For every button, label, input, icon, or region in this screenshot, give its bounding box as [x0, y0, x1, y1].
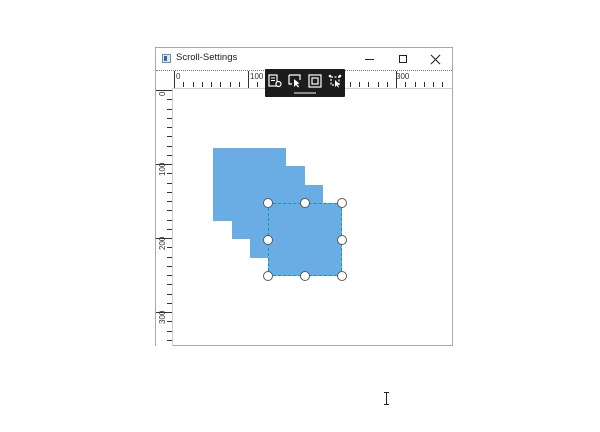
vruler-tick: [167, 228, 172, 230]
hruler-tick: [201, 82, 203, 87]
vruler-tick: [167, 108, 172, 110]
vruler-tick: [167, 302, 172, 304]
edit-properties-icon: [268, 74, 282, 88]
vruler-tick: [167, 182, 172, 184]
vruler-tick: [167, 154, 172, 156]
minimize-button[interactable]: [352, 48, 386, 70]
hruler-tick: [238, 82, 240, 87]
hruler-tick: [174, 71, 175, 88]
vruler-tick: [167, 210, 172, 212]
vruler-tick: [167, 265, 172, 267]
hruler-tick: [211, 82, 212, 87]
vruler-label-0: 0: [158, 91, 167, 96]
hruler-tick: [349, 82, 351, 87]
hruler-tick: [423, 82, 425, 87]
resize-handle-right[interactable]: [337, 235, 347, 245]
select-pointer-icon: [288, 74, 301, 88]
hruler-tick: [405, 82, 407, 87]
move-select-icon: [328, 74, 342, 88]
vruler-tick: [156, 90, 172, 91]
hruler-label-300: 300: [396, 72, 410, 81]
hruler-tick: [368, 82, 370, 87]
vruler-tick: [167, 275, 172, 276]
hruler-tick: [396, 71, 397, 88]
vruler-tick: [167, 219, 172, 221]
resize-handle-top[interactable]: [300, 198, 310, 208]
hruler-tick: [359, 82, 360, 87]
fit-to-page-icon: [308, 74, 322, 88]
resize-handle-left[interactable]: [263, 235, 273, 245]
vruler-tick: [167, 99, 172, 101]
vruler-tick: [167, 256, 172, 258]
hruler-label-100: 100: [250, 72, 264, 81]
quick-commands-toolbar: [265, 69, 345, 97]
title-bar[interactable]: Scroll-Settings: [156, 48, 452, 70]
maximize-button[interactable]: [386, 48, 420, 70]
hruler-tick: [414, 82, 416, 87]
hruler-tick: [248, 71, 249, 88]
vruler-tick: [167, 247, 172, 249]
hruler-tick: [229, 82, 231, 87]
vruler-tick: [167, 191, 172, 193]
vruler-tick: [156, 238, 172, 239]
hruler-tick: [377, 82, 379, 87]
vruler-tick: [167, 339, 172, 341]
vruler-tick: [167, 293, 172, 295]
vruler-tick: [156, 312, 172, 313]
vruler-tick: [167, 173, 172, 175]
hruler-tick: [451, 82, 452, 87]
hruler-tick: [183, 82, 185, 87]
hruler-tick: [442, 82, 444, 87]
vruler-tick: [167, 321, 172, 323]
diagram-canvas[interactable]: 0 100 300 0 100 200 300: [156, 70, 452, 346]
move-select-button[interactable]: [327, 73, 343, 89]
hruler-label-0: 0: [176, 72, 181, 81]
resize-handle-top-right[interactable]: [337, 198, 347, 208]
text-cursor-icon: [383, 392, 391, 405]
fit-to-page-button[interactable]: [307, 73, 323, 89]
vruler-tick: [167, 136, 172, 138]
window-title: Scroll-Settings: [176, 52, 238, 63]
vruler-tick: [167, 201, 172, 202]
vruler-tick: [167, 117, 172, 119]
close-button[interactable]: [419, 48, 453, 70]
close-icon: [431, 54, 441, 64]
select-pointer-button[interactable]: [287, 73, 303, 89]
edit-properties-button[interactable]: [267, 73, 283, 89]
toolbar-grip[interactable]: [294, 92, 316, 94]
resize-handle-bottom[interactable]: [300, 271, 310, 281]
minimize-icon: [364, 58, 374, 60]
vruler-tick: [156, 164, 172, 165]
resize-handle-bottom-left[interactable]: [263, 271, 273, 281]
selection-box: [268, 203, 342, 276]
hruler-tick: [386, 82, 388, 87]
app-window-icon: [162, 54, 171, 63]
hruler-tick: [433, 82, 434, 87]
hruler-tick: [192, 82, 194, 87]
resize-handle-top-left[interactable]: [263, 198, 273, 208]
vruler-tick: [167, 145, 172, 147]
resize-handle-bottom-right[interactable]: [337, 271, 347, 281]
hruler-tick: [257, 82, 259, 87]
maximize-icon: [399, 55, 407, 63]
ruler-corner: [156, 71, 172, 88]
vruler-tick: [167, 330, 172, 332]
hruler-tick: [220, 82, 222, 87]
vruler-tick: [167, 127, 172, 128]
vruler-tick: [167, 284, 172, 286]
vertical-ruler[interactable]: 0 100 200 300: [156, 88, 173, 346]
